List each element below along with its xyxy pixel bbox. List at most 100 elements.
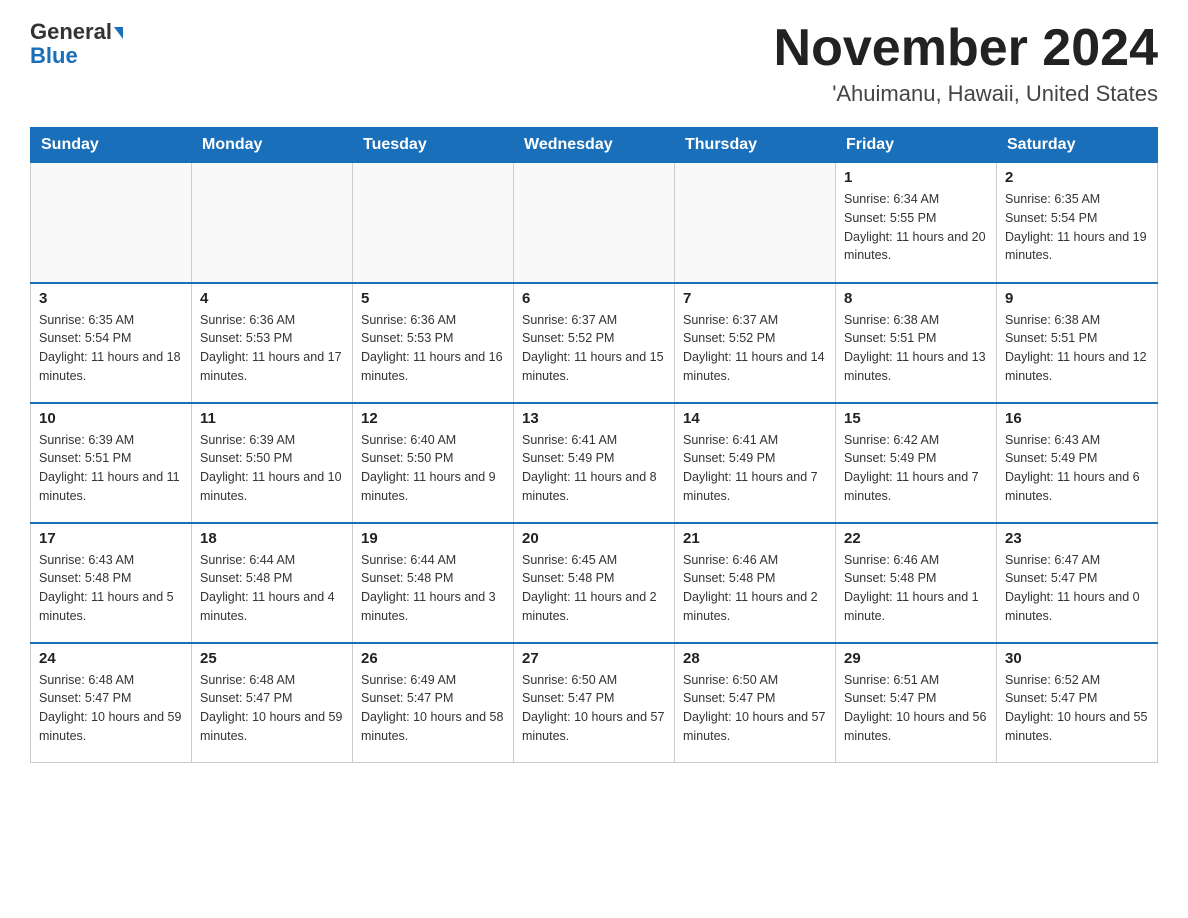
location-title: 'Ahuimanu, Hawaii, United States	[774, 81, 1158, 107]
page-header: General Blue November 2024 'Ahuimanu, Ha…	[30, 20, 1158, 107]
calendar-day-cell: 23 Sunrise: 6:47 AM Sunset: 5:47 PM Dayli…	[997, 523, 1158, 643]
weekday-header-monday: Monday	[192, 128, 353, 163]
calendar-day-cell: 25 Sunrise: 6:48 AM Sunset: 5:47 PM Dayli…	[192, 643, 353, 763]
day-number: 16	[1005, 410, 1149, 427]
day-info: Sunrise: 6:45 AM Sunset: 5:48 PM Dayligh…	[522, 551, 666, 626]
title-area: November 2024 'Ahuimanu, Hawaii, United …	[774, 20, 1158, 107]
calendar-week-row: 17 Sunrise: 6:43 AM Sunset: 5:48 PM Dayli…	[31, 523, 1158, 643]
calendar-day-cell: 12Sunrise: 6:40 AM Sunset: 5:50 PM Dayli…	[353, 403, 514, 523]
day-number: 25	[200, 650, 344, 667]
day-number: 24	[39, 650, 183, 667]
calendar-table: SundayMondayTuesdayWednesdayThursdayFrid…	[30, 127, 1158, 763]
weekday-header-sunday: Sunday	[31, 128, 192, 163]
calendar-day-cell: 14 Sunrise: 6:41 AM Sunset: 5:49 PM Dayli…	[675, 403, 836, 523]
calendar-day-cell	[675, 163, 836, 283]
day-info: Sunrise: 6:46 AM Sunset: 5:48 PM Dayligh…	[683, 551, 827, 626]
weekday-header-thursday: Thursday	[675, 128, 836, 163]
day-number: 22	[844, 530, 988, 547]
calendar-week-row: 3Sunrise: 6:35 AM Sunset: 5:54 PM Daylig…	[31, 283, 1158, 403]
calendar-day-cell: 8 Sunrise: 6:38 AM Sunset: 5:51 PM Daylig…	[836, 283, 997, 403]
day-info: Sunrise: 6:52 AM Sunset: 5:47 PM Dayligh…	[1005, 671, 1149, 746]
logo-blue: Blue	[30, 43, 78, 68]
day-number: 9	[1005, 290, 1149, 307]
calendar-week-row: 1 Sunrise: 6:34 AM Sunset: 5:55 PM Daylig…	[31, 163, 1158, 283]
day-info: Sunrise: 6:43 AM Sunset: 5:49 PM Dayligh…	[1005, 431, 1149, 506]
calendar-day-cell	[192, 163, 353, 283]
day-info: Sunrise: 6:41 AM Sunset: 5:49 PM Dayligh…	[522, 431, 666, 506]
calendar-day-cell: 13 Sunrise: 6:41 AM Sunset: 5:49 PM Dayli…	[514, 403, 675, 523]
weekday-header-saturday: Saturday	[997, 128, 1158, 163]
day-info: Sunrise: 6:47 AM Sunset: 5:47 PM Dayligh…	[1005, 551, 1149, 626]
day-info: Sunrise: 6:41 AM Sunset: 5:49 PM Dayligh…	[683, 431, 827, 506]
calendar-day-cell: 22 Sunrise: 6:46 AM Sunset: 5:48 PM Dayli…	[836, 523, 997, 643]
day-number: 6	[522, 290, 666, 307]
day-info: Sunrise: 6:48 AM Sunset: 5:47 PM Dayligh…	[39, 671, 183, 746]
calendar-day-cell: 21 Sunrise: 6:46 AM Sunset: 5:48 PM Dayli…	[675, 523, 836, 643]
day-number: 19	[361, 530, 505, 547]
calendar-day-cell: 28Sunrise: 6:50 AM Sunset: 5:47 PM Dayli…	[675, 643, 836, 763]
logo-triangle-icon	[114, 27, 123, 39]
day-info: Sunrise: 6:36 AM Sunset: 5:53 PM Dayligh…	[200, 311, 344, 386]
calendar-day-cell: 10 Sunrise: 6:39 AM Sunset: 5:51 PM Dayli…	[31, 403, 192, 523]
day-info: Sunrise: 6:37 AM Sunset: 5:52 PM Dayligh…	[522, 311, 666, 386]
day-info: Sunrise: 6:39 AM Sunset: 5:51 PM Dayligh…	[39, 431, 183, 506]
calendar-week-row: 24 Sunrise: 6:48 AM Sunset: 5:47 PM Dayli…	[31, 643, 1158, 763]
calendar-day-cell: 11 Sunrise: 6:39 AM Sunset: 5:50 PM Dayli…	[192, 403, 353, 523]
day-number: 15	[844, 410, 988, 427]
calendar-day-cell: 18Sunrise: 6:44 AM Sunset: 5:48 PM Dayli…	[192, 523, 353, 643]
day-number: 17	[39, 530, 183, 547]
calendar-day-cell: 6 Sunrise: 6:37 AM Sunset: 5:52 PM Daylig…	[514, 283, 675, 403]
day-info: Sunrise: 6:39 AM Sunset: 5:50 PM Dayligh…	[200, 431, 344, 506]
calendar-day-cell: 24 Sunrise: 6:48 AM Sunset: 5:47 PM Dayli…	[31, 643, 192, 763]
day-number: 2	[1005, 169, 1149, 186]
day-number: 1	[844, 169, 988, 186]
weekday-header-friday: Friday	[836, 128, 997, 163]
calendar-day-cell: 15 Sunrise: 6:42 AM Sunset: 5:49 PM Dayli…	[836, 403, 997, 523]
day-number: 27	[522, 650, 666, 667]
calendar-day-cell: 3Sunrise: 6:35 AM Sunset: 5:54 PM Daylig…	[31, 283, 192, 403]
day-number: 26	[361, 650, 505, 667]
logo-text: General Blue	[30, 20, 123, 68]
day-info: Sunrise: 6:48 AM Sunset: 5:47 PM Dayligh…	[200, 671, 344, 746]
day-info: Sunrise: 6:51 AM Sunset: 5:47 PM Dayligh…	[844, 671, 988, 746]
logo: General Blue	[30, 20, 123, 68]
day-number: 10	[39, 410, 183, 427]
weekday-header-wednesday: Wednesday	[514, 128, 675, 163]
day-info: Sunrise: 6:38 AM Sunset: 5:51 PM Dayligh…	[844, 311, 988, 386]
day-number: 13	[522, 410, 666, 427]
day-info: Sunrise: 6:46 AM Sunset: 5:48 PM Dayligh…	[844, 551, 988, 626]
day-number: 11	[200, 410, 344, 427]
day-info: Sunrise: 6:43 AM Sunset: 5:48 PM Dayligh…	[39, 551, 183, 626]
calendar-day-cell: 17 Sunrise: 6:43 AM Sunset: 5:48 PM Dayli…	[31, 523, 192, 643]
weekday-header-row: SundayMondayTuesdayWednesdayThursdayFrid…	[31, 128, 1158, 163]
day-info: Sunrise: 6:38 AM Sunset: 5:51 PM Dayligh…	[1005, 311, 1149, 386]
day-info: Sunrise: 6:44 AM Sunset: 5:48 PM Dayligh…	[361, 551, 505, 626]
calendar-day-cell: 5Sunrise: 6:36 AM Sunset: 5:53 PM Daylig…	[353, 283, 514, 403]
day-info: Sunrise: 6:35 AM Sunset: 5:54 PM Dayligh…	[1005, 190, 1149, 265]
day-number: 8	[844, 290, 988, 307]
day-number: 29	[844, 650, 988, 667]
day-info: Sunrise: 6:42 AM Sunset: 5:49 PM Dayligh…	[844, 431, 988, 506]
day-number: 23	[1005, 530, 1149, 547]
day-number: 30	[1005, 650, 1149, 667]
day-info: Sunrise: 6:40 AM Sunset: 5:50 PM Dayligh…	[361, 431, 505, 506]
day-info: Sunrise: 6:36 AM Sunset: 5:53 PM Dayligh…	[361, 311, 505, 386]
calendar-day-cell: 29 Sunrise: 6:51 AM Sunset: 5:47 PM Dayli…	[836, 643, 997, 763]
calendar-day-cell: 20Sunrise: 6:45 AM Sunset: 5:48 PM Dayli…	[514, 523, 675, 643]
day-number: 28	[683, 650, 827, 667]
day-number: 14	[683, 410, 827, 427]
calendar-week-row: 10 Sunrise: 6:39 AM Sunset: 5:51 PM Dayli…	[31, 403, 1158, 523]
calendar-day-cell: 9 Sunrise: 6:38 AM Sunset: 5:51 PM Daylig…	[997, 283, 1158, 403]
weekday-header-tuesday: Tuesday	[353, 128, 514, 163]
day-number: 7	[683, 290, 827, 307]
calendar-day-cell: 1 Sunrise: 6:34 AM Sunset: 5:55 PM Daylig…	[836, 163, 997, 283]
calendar-day-cell	[514, 163, 675, 283]
calendar-day-cell: 30 Sunrise: 6:52 AM Sunset: 5:47 PM Dayli…	[997, 643, 1158, 763]
day-info: Sunrise: 6:37 AM Sunset: 5:52 PM Dayligh…	[683, 311, 827, 386]
day-info: Sunrise: 6:44 AM Sunset: 5:48 PM Dayligh…	[200, 551, 344, 626]
day-number: 21	[683, 530, 827, 547]
calendar-day-cell	[353, 163, 514, 283]
day-info: Sunrise: 6:34 AM Sunset: 5:55 PM Dayligh…	[844, 190, 988, 265]
day-number: 4	[200, 290, 344, 307]
day-number: 3	[39, 290, 183, 307]
